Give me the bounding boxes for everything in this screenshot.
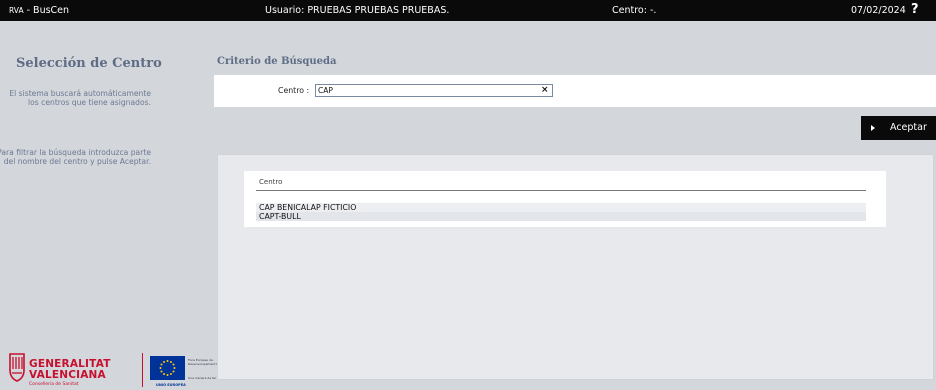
gva-line-3: Conselleria de Sanitat	[29, 382, 79, 387]
centro-search-input[interactable]	[315, 84, 553, 97]
accept-button[interactable]: Aceptar	[861, 116, 936, 140]
sidebar-help-text: Para filtrar la búsqueda introduzca part…	[0, 148, 151, 167]
gva-shield-icon	[9, 353, 25, 382]
app-prefix: RVA	[9, 6, 24, 15]
header-divider	[256, 190, 866, 191]
app-title: RVA - BusCen	[9, 5, 69, 16]
sidebar-title: Selección de Centro	[16, 56, 162, 71]
play-arrow-icon	[871, 125, 875, 131]
gva-line-2: VALENCIANA	[29, 369, 106, 381]
sidebar-info-text: El sistema buscará automáticamente los c…	[9, 89, 151, 108]
centro-field-label: Centro :	[278, 86, 310, 95]
app-name: - BusCen	[23, 5, 70, 16]
eu-feder-logo: Fons Europeu de Desenvolupament Regional…	[150, 356, 229, 388]
accept-button-label: Aceptar	[890, 122, 927, 133]
help-icon[interactable]: ?	[911, 2, 919, 17]
search-criteria-title: Criterio de Búsqueda	[217, 56, 337, 67]
table-row[interactable]: CAP BENICALAP FICTICIO	[256, 203, 866, 212]
top-bar: RVA - BusCen Usuario: PRUEBAS PRUEBAS PR…	[0, 0, 936, 21]
current-date: 07/02/2024	[851, 5, 906, 16]
user-info: Usuario: PRUEBAS PRUEBAS PRUEBAS.	[265, 5, 450, 16]
eu-label: UNIÓ EUROPEA	[156, 383, 186, 387]
generalitat-valenciana-logo: GENERALITAT VALENCIANA Conselleria de Sa…	[8, 352, 128, 390]
eu-flag-icon	[150, 356, 185, 380]
column-header-centro: Centro	[259, 178, 283, 186]
table-row[interactable]: CAPT-BULL	[256, 212, 866, 221]
centro-info: Centro: -.	[612, 5, 657, 16]
logo-divider	[142, 353, 143, 387]
clear-input-icon[interactable]: ×	[541, 84, 549, 97]
